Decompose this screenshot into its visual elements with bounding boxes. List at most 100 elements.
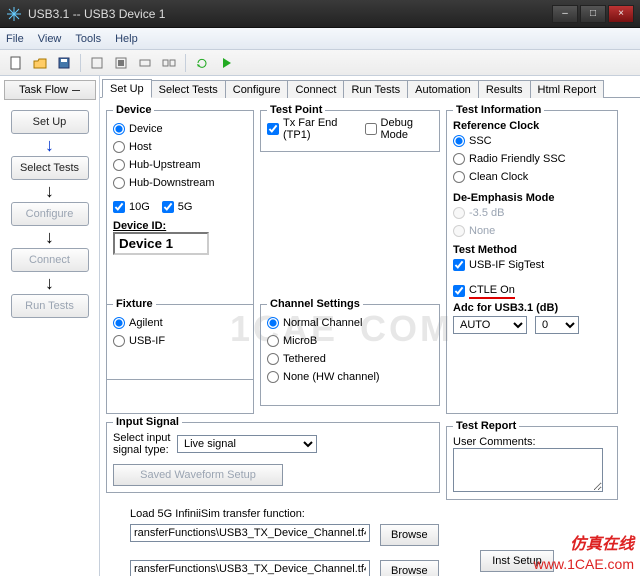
check-tp1-label: Tx Far End (TP1) <box>283 117 355 141</box>
toggle-c-icon[interactable] <box>135 53 155 73</box>
arrow-down-icon: ↓ <box>45 138 54 152</box>
menu-tools[interactable]: Tools <box>75 33 101 45</box>
radio-none-hw[interactable]: None (HW channel) <box>267 368 433 386</box>
radio-usbif-label: USB-IF <box>129 335 165 347</box>
tab-connect[interactable]: Connect <box>288 80 344 98</box>
tab-configure[interactable]: Configure <box>226 80 289 98</box>
device-id-input[interactable] <box>113 232 209 255</box>
arrow-down-icon: ↓ <box>45 276 54 290</box>
flow-run-tests-button[interactable]: Run Tests <box>11 294 89 318</box>
browse-1-button[interactable]: Browse <box>380 524 439 546</box>
radio-hub-upstream[interactable]: Hub-Upstream <box>113 156 247 174</box>
radio-agilent-label: Agilent <box>129 317 163 329</box>
saved-waveform-button: Saved Waveform Setup <box>113 464 283 486</box>
input-signal-legend: Input Signal <box>113 416 182 428</box>
main-panel: Set Up Select Tests Configure Connect Ru… <box>100 76 640 576</box>
radio-clean-clock[interactable]: Clean Clock <box>453 168 611 186</box>
browse-2-button[interactable]: Browse <box>380 560 439 576</box>
radio-ssc-label: SSC <box>469 135 492 147</box>
save-icon[interactable] <box>54 53 74 73</box>
window-titlebar: USB3.1 -- USB3 Device 1 – □ × <box>0 0 640 28</box>
radio-35db: -3.5 dB <box>453 204 611 222</box>
task-flow-header[interactable]: Task Flow <box>4 80 96 100</box>
user-comments-label: User Comments: <box>453 436 611 448</box>
check-sigtest[interactable]: USB-IF SigTest <box>453 256 611 274</box>
radio-radio-friendly[interactable]: Radio Friendly SSC <box>453 150 611 168</box>
dropdown-icon <box>72 90 80 91</box>
toggle-b-icon[interactable] <box>111 53 131 73</box>
flow-connect-button[interactable]: Connect <box>11 248 89 272</box>
task-flow-panel: Task Flow Set Up ↓ Select Tests ↓ Config… <box>0 76 100 576</box>
maximize-button[interactable]: □ <box>580 5 606 23</box>
refresh-icon[interactable] <box>192 53 212 73</box>
radio-ssc[interactable]: SSC <box>453 132 611 150</box>
transfer-path-1-input[interactable] <box>130 524 370 542</box>
radio-35db-label: -3.5 dB <box>469 207 504 219</box>
watermark-cn: 仿真在线 <box>570 530 634 554</box>
test-method-label: Test Method <box>453 244 611 256</box>
test-information-group: Test Information Reference Clock SSC Rad… <box>446 104 618 414</box>
radio-hub-down-label: Hub-Downstream <box>129 177 215 189</box>
radio-hub-up-label: Hub-Upstream <box>129 159 201 171</box>
check-ctle-label: CTLE On <box>469 284 515 299</box>
fixture-legend: Fixture <box>113 298 156 310</box>
tab-automation[interactable]: Automation <box>408 80 479 98</box>
radio-hub-downstream[interactable]: Hub-Downstream <box>113 174 247 192</box>
close-button[interactable]: × <box>608 5 634 23</box>
check-5g-label: 5G <box>178 201 193 213</box>
check-tp1[interactable]: Tx Far End (TP1) <box>267 120 355 138</box>
toolbar-separator <box>80 54 81 72</box>
radio-usbif[interactable]: USB-IF <box>113 332 247 350</box>
menu-help[interactable]: Help <box>115 33 138 45</box>
open-icon[interactable] <box>30 53 50 73</box>
tab-select-tests[interactable]: Select Tests <box>152 80 226 98</box>
workarea: Task Flow Set Up ↓ Select Tests ↓ Config… <box>0 76 640 576</box>
test-point-legend: Test Point <box>267 104 325 116</box>
radio-host[interactable]: Host <box>113 138 247 156</box>
arrow-down-icon: ↓ <box>45 184 54 198</box>
check-ctle[interactable]: CTLE On <box>453 282 611 300</box>
tab-content: 1CAE COM Device Device Host Hub-Upstream… <box>100 98 640 576</box>
task-flow-header-label: Task Flow <box>19 84 68 96</box>
tabstrip: Set Up Select Tests Configure Connect Ru… <box>100 76 640 98</box>
adc-select[interactable]: AUTO <box>453 316 527 334</box>
tab-setup[interactable]: Set Up <box>102 79 152 98</box>
check-10g-label: 10G <box>129 201 150 213</box>
input-signal-select[interactable]: Live signal <box>177 435 317 453</box>
tab-results[interactable]: Results <box>479 80 531 98</box>
new-icon[interactable] <box>6 53 26 73</box>
radio-agilent[interactable]: Agilent <box>113 314 247 332</box>
radio-microb[interactable]: MicroB <box>267 332 433 350</box>
flow-select-tests-button[interactable]: Select Tests <box>11 156 89 180</box>
device-legend: Device <box>113 104 154 116</box>
user-comments-input[interactable] <box>453 448 603 492</box>
menu-file[interactable]: File <box>6 33 24 45</box>
check-debug-mode[interactable]: Debug Mode <box>365 120 433 138</box>
menu-view[interactable]: View <box>38 33 62 45</box>
toggle-a-icon[interactable] <box>87 53 107 73</box>
radio-device[interactable]: Device <box>113 120 247 138</box>
tab-run-tests[interactable]: Run Tests <box>344 80 408 98</box>
transfer-path-2-input[interactable] <box>130 560 370 576</box>
flow-configure-button[interactable]: Configure <box>11 202 89 226</box>
input-signal-label: Select input signal type: <box>113 432 173 456</box>
toggle-d-icon[interactable] <box>159 53 179 73</box>
fixture-group: Fixture Agilent USB-IF <box>106 298 254 380</box>
run-icon[interactable] <box>216 53 236 73</box>
device-id-label: Device ID: <box>113 220 247 232</box>
radio-none-deemph: None <box>453 222 611 240</box>
radio-normal-channel[interactable]: Normal Channel <box>267 314 433 332</box>
check-10g[interactable]: 10G <box>113 198 150 216</box>
adc-num-select[interactable]: 0 <box>535 316 579 334</box>
deemphasis-label: De-Emphasis Mode <box>453 192 611 204</box>
radio-host-label: Host <box>129 141 152 153</box>
arrow-down-icon: ↓ <box>45 230 54 244</box>
test-report-legend: Test Report <box>453 420 519 432</box>
radio-tethered[interactable]: Tethered <box>267 350 433 368</box>
tab-html-report[interactable]: Html Report <box>531 80 605 98</box>
test-info-legend: Test Information <box>453 104 544 116</box>
check-5g[interactable]: 5G <box>162 198 193 216</box>
radio-device-label: Device <box>129 123 163 135</box>
flow-setup-button[interactable]: Set Up <box>11 110 89 134</box>
minimize-button[interactable]: – <box>552 5 578 23</box>
